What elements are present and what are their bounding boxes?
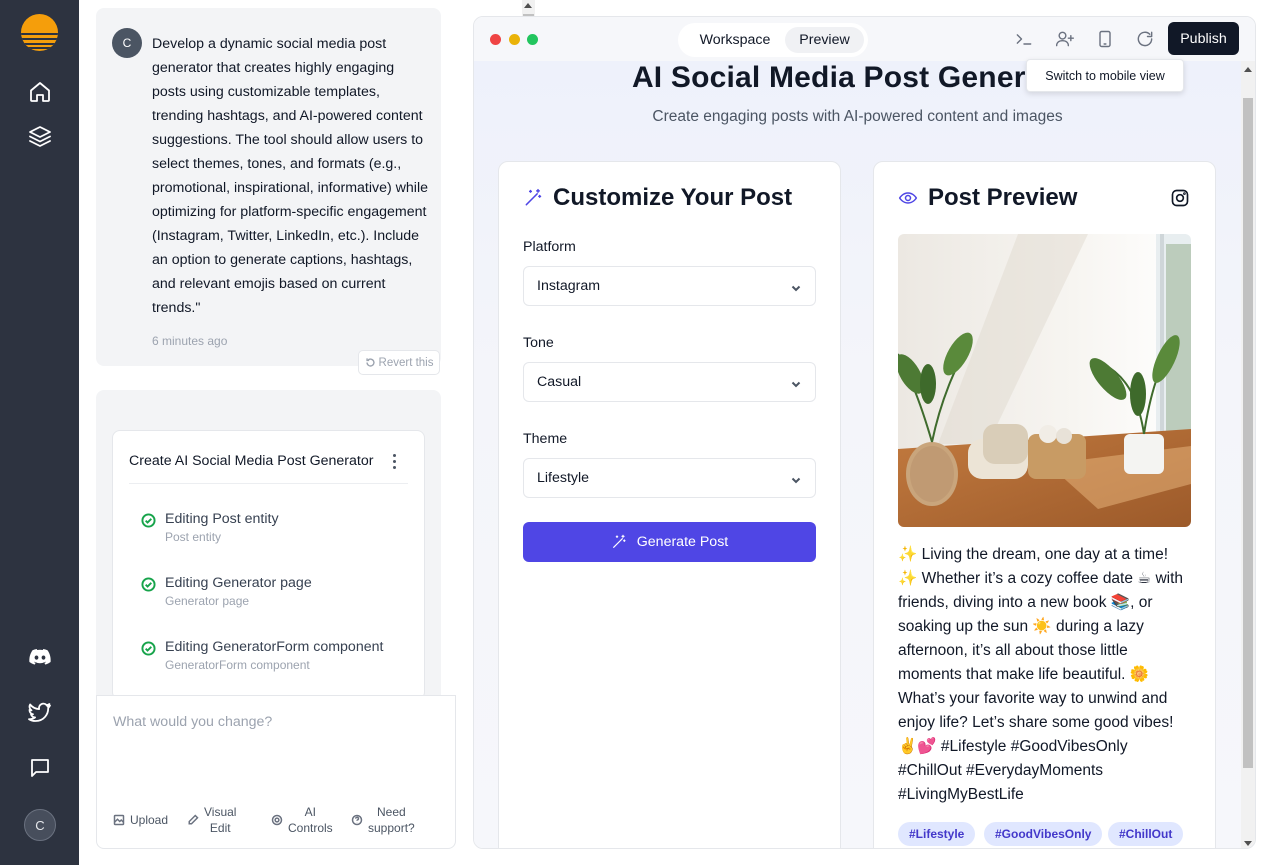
customize-heading-text: Customize Your Post <box>553 184 793 211</box>
post-caption: ✨ Living the dream, one day at a time! ✨… <box>898 546 1184 803</box>
support-label: Need <box>377 805 406 819</box>
home-icon[interactable] <box>27 79 53 105</box>
magic-wand-icon <box>612 534 626 548</box>
theme-label: Theme <box>523 431 568 447</box>
visual-edit-label: Visual <box>204 805 237 819</box>
app-preview: AI Social Media Post Generator Create en… <box>474 61 1241 848</box>
more-options-icon[interactable] <box>389 451 399 471</box>
terminal-icon[interactable] <box>1013 28 1035 50</box>
generate-post-button[interactable]: Generate Post <box>523 522 816 562</box>
check-circle-icon <box>141 577 156 592</box>
task-step-sub: Post entity <box>165 530 222 544</box>
hashtag-chip[interactable]: #Lifestyle <box>898 822 976 846</box>
task-title: Create AI Social Media Post Generator <box>129 453 374 469</box>
task-step-sub: GeneratorForm component <box>165 658 310 672</box>
chat-input-placeholder: What would you change? <box>113 714 273 730</box>
chevron-down-icon <box>791 377 801 388</box>
user-avatar[interactable]: C <box>24 809 56 841</box>
tone-label: Tone <box>523 335 554 351</box>
user-message: C Develop a dynamic social media post ge… <box>96 8 441 366</box>
chevron-down-icon <box>791 281 801 292</box>
refresh-icon[interactable] <box>1134 28 1156 50</box>
view-toggle: Workspace Preview <box>678 23 868 57</box>
window-close-dot <box>490 34 501 45</box>
mobile-view-tooltip: Switch to mobile view <box>1026 59 1184 92</box>
window-maximize-dot <box>527 34 538 45</box>
customize-panel: Customize Your Post Platform Instagram T… <box>498 161 841 848</box>
ai-controls-label: Controls <box>288 821 333 835</box>
chat-panel: C Develop a dynamic social media post ge… <box>79 0 535 865</box>
generate-post-label: Generate Post <box>636 534 729 550</box>
tab-preview[interactable]: Preview <box>785 27 864 53</box>
eye-icon <box>898 192 918 204</box>
discord-icon[interactable] <box>27 644 53 670</box>
customize-heading: Customize Your Post <box>523 184 792 212</box>
message-timestamp: 6 minutes ago <box>152 334 228 348</box>
message-avatar: C <box>112 28 142 58</box>
add-user-icon[interactable] <box>1054 28 1076 50</box>
left-rail: C <box>0 0 79 865</box>
mobile-view-icon[interactable] <box>1094 28 1116 50</box>
platform-select[interactable]: Instagram <box>523 266 816 306</box>
preview-frame: Workspace Preview Publish AI Social Medi… <box>473 16 1256 849</box>
image-icon <box>113 814 125 826</box>
hashtag-chip[interactable]: #GoodVibesOnly <box>984 822 1103 846</box>
check-circle-icon <box>141 513 156 528</box>
preview-toolbar: Workspace Preview Publish <box>474 17 1255 61</box>
help-icon <box>351 814 363 826</box>
theme-select[interactable]: Lifestyle <box>523 458 816 498</box>
tab-workspace[interactable]: Workspace <box>686 27 784 53</box>
upload-label: Upload <box>130 813 169 827</box>
layers-icon[interactable] <box>27 123 53 149</box>
visual-edit-button[interactable]: Visual Edit <box>187 804 236 836</box>
publish-button[interactable]: Publish <box>1168 22 1239 55</box>
revert-label: Revert this <box>378 356 434 369</box>
preview-heading: Post Preview <box>898 184 1077 212</box>
preview-scrollbar[interactable] <box>1241 61 1255 848</box>
support-button[interactable]: Need support? <box>351 804 415 836</box>
platform-value: Instagram <box>537 278 601 294</box>
ai-controls-button[interactable]: AI Controls <box>271 804 333 836</box>
window-minimize-dot <box>509 34 520 45</box>
task-step-label: Editing Generator page <box>165 575 312 591</box>
platform-label: Platform <box>523 239 576 255</box>
instagram-icon <box>1170 188 1192 210</box>
upload-button[interactable]: Upload <box>113 812 168 828</box>
task-step-sub: Generator page <box>165 594 250 608</box>
task-step-label: Editing GeneratorForm component <box>165 639 384 655</box>
twitter-icon[interactable] <box>27 700 53 726</box>
assistant-message: Create AI Social Media Post Generator Ed… <box>96 390 441 700</box>
message-text: Develop a dynamic social media post gene… <box>152 36 428 316</box>
chat-input[interactable]: What would you change? Upload Visual Edit… <box>96 695 456 849</box>
tone-select[interactable]: Casual <box>523 362 816 402</box>
undo-icon <box>365 358 375 367</box>
ai-controls-label: AI <box>304 805 317 819</box>
task-card: Create AI Social Media Post Generator Ed… <box>112 430 425 700</box>
preview-heading-text: Post Preview <box>928 184 1078 211</box>
post-image <box>898 234 1191 527</box>
hashtag-chip[interactable]: #ChillOut <box>1108 822 1184 846</box>
settings-icon <box>271 814 283 826</box>
edit-icon <box>188 814 199 825</box>
divider <box>129 483 408 484</box>
visual-edit-label: Edit <box>209 821 231 835</box>
page-subtitle: Create engaging posts with AI-powered co… <box>652 108 1063 125</box>
chevron-down-icon <box>791 473 801 484</box>
check-circle-icon <box>141 641 156 656</box>
post-preview-panel: Post Preview ✨ Living the dream, one day… <box>873 161 1216 848</box>
tone-value: Casual <box>537 374 582 390</box>
magic-wand-icon <box>525 188 542 206</box>
support-label: support? <box>368 821 415 835</box>
chat-icon[interactable] <box>27 755 53 781</box>
task-step-label: Editing Post entity <box>165 511 279 527</box>
revert-button[interactable]: Revert this <box>358 350 440 375</box>
theme-value: Lifestyle <box>537 470 590 486</box>
logo-icon[interactable] <box>21 14 58 51</box>
